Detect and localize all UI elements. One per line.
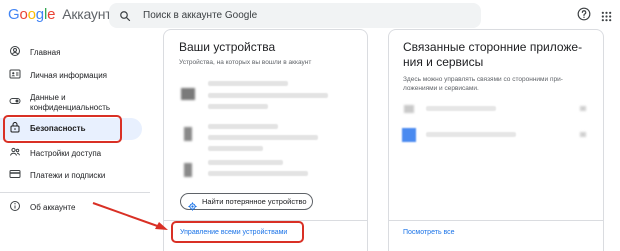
connections-desc-line1: Здесь можно управлять связями со сторонн…	[403, 76, 563, 83]
app-indicator	[580, 132, 586, 137]
connections-card-title: Связанные сторонние приложе- ния и серви…	[403, 40, 582, 70]
app-icon	[402, 128, 416, 142]
app-indicator	[580, 106, 586, 111]
blurred-text	[426, 106, 496, 111]
connections-title-line2: ния и сервисы	[403, 55, 484, 69]
see-all-link[interactable]: Посмотреть все	[403, 229, 455, 236]
connections-card-description: Здесь можно управлять связями со сторонн…	[403, 75, 563, 93]
app-icon	[404, 105, 414, 113]
connections-title-line1: Связанные сторонние приложе-	[403, 40, 583, 54]
connections-card-footer-divider	[389, 220, 603, 221]
blurred-text	[426, 132, 516, 137]
connections-desc-line2: ложениями и сервисами.	[403, 85, 479, 92]
